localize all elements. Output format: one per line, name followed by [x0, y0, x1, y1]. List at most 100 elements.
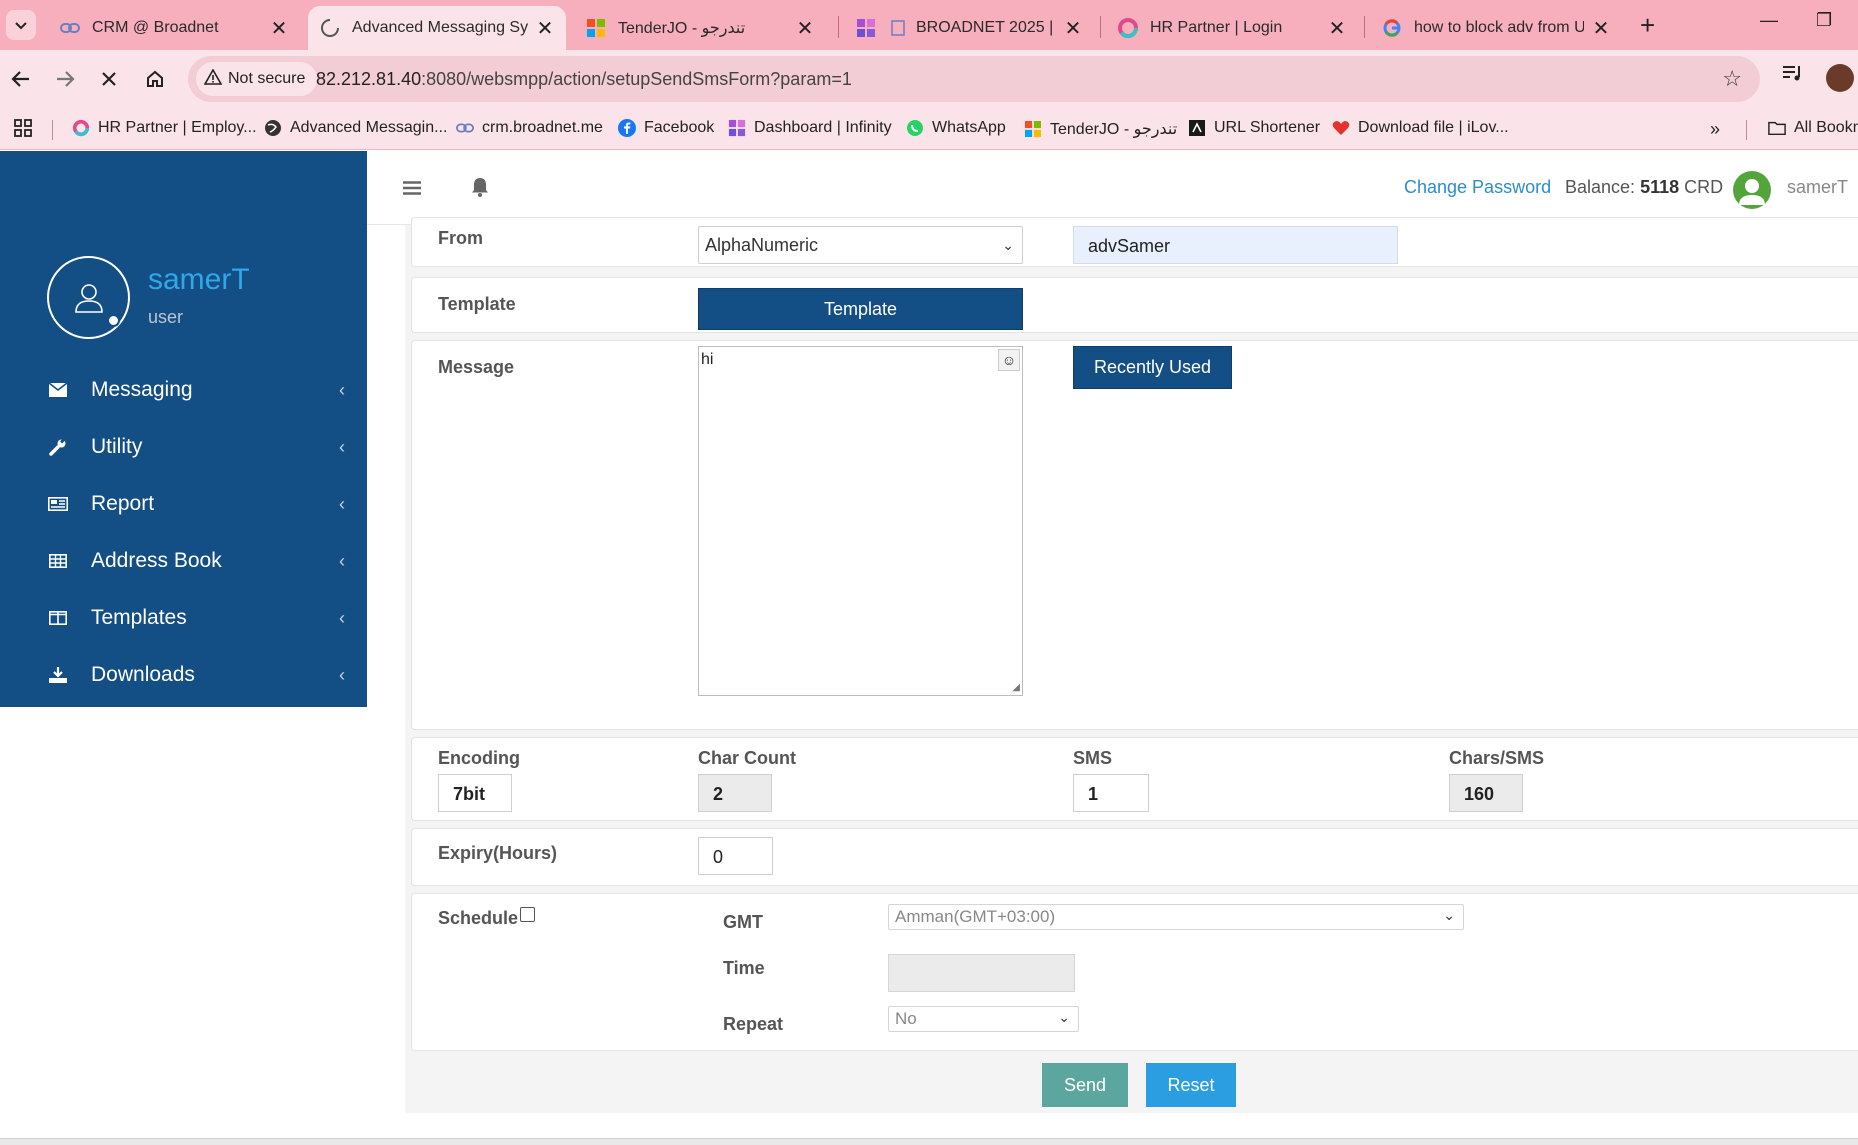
sidebar-item-address-book[interactable]: Address Book ‹ — [0, 537, 367, 585]
message-row: Message hi ☺ ◢ Recently Used — [411, 340, 1858, 730]
close-icon[interactable]: ✕ — [534, 16, 556, 41]
bookmark-crm[interactable]: crm.broadnet.me — [456, 119, 603, 137]
char-count-value: 2 — [713, 784, 724, 804]
bookmark-label: URL Shortener — [1214, 119, 1321, 136]
address-bar[interactable]: Not secure 82.212.81.40:8080/websmpp/act… — [188, 56, 1760, 102]
gmt-value: Amman(GMT+03:00) — [895, 907, 1056, 926]
sidebar-item-messaging[interactable]: Messaging ‹ — [0, 366, 367, 414]
media-controls-icon[interactable] — [1782, 64, 1804, 88]
recently-used-button[interactable]: Recently Used — [1073, 346, 1232, 389]
bookmark-whatsapp[interactable]: WhatsApp — [906, 119, 1006, 137]
minimize-icon[interactable]: — — [1760, 10, 1778, 31]
sender-id-value: advSamer — [1088, 236, 1171, 256]
schedule-checkbox[interactable] — [520, 907, 535, 922]
char-count-label: Char Count — [698, 748, 796, 768]
bookmark-label: WhatsApp — [932, 119, 1006, 136]
close-icon[interactable]: ✕ — [1590, 16, 1612, 41]
new-tab-plus-icon[interactable]: + — [1640, 10, 1655, 41]
bookmark-star-icon[interactable]: ☆ — [1722, 66, 1742, 92]
time-input[interactable] — [888, 954, 1075, 992]
sms-label: SMS — [1073, 748, 1113, 768]
encoding-row: Encoding 7bit Char Count 2 SMS 1 Chars/S… — [411, 737, 1858, 821]
globe-icon — [264, 119, 282, 137]
resize-handle-icon[interactable]: ◢ — [1012, 682, 1020, 693]
tab-search-button[interactable] — [6, 10, 36, 40]
sidebar-item-report[interactable]: Report ‹ — [0, 480, 367, 528]
home-icon[interactable] — [140, 64, 170, 94]
bookmark-all-bookmarks[interactable]: All Bookm — [1768, 119, 1858, 137]
sidebar-item-label: Address Book — [91, 549, 222, 572]
close-icon[interactable]: ✕ — [1062, 16, 1084, 41]
wrench-icon — [48, 438, 68, 456]
gmt-select[interactable]: Amman(GMT+03:00) ⌄ — [888, 904, 1464, 930]
url-host: 82.212.81.40 — [316, 69, 422, 89]
document-icon — [888, 18, 908, 38]
expiry-label: Expiry(Hours) — [438, 843, 558, 863]
tab-title: HR Partner | Login — [1150, 19, 1283, 36]
message-textarea[interactable]: hi ☺ ◢ — [698, 346, 1023, 696]
bookmark-advanced-messaging[interactable]: Advanced Messagin... — [264, 119, 447, 137]
schedule-label: Schedule — [438, 908, 519, 928]
tab-broadnet-2025[interactable]: BROADNET 2025 | Infin ✕ — [844, 6, 1094, 50]
sidebar-item-downloads[interactable]: Downloads ‹ — [0, 651, 367, 699]
not-secure-chip[interactable]: Not secure — [196, 62, 318, 96]
hamburger-menu-icon[interactable] — [403, 179, 421, 200]
sender-id-input[interactable]: advSamer — [1073, 226, 1398, 264]
repeat-select[interactable]: No ⌄ — [888, 1006, 1079, 1032]
change-password-link[interactable]: Change Password — [1404, 177, 1551, 198]
chevron-left-icon: ‹ — [339, 437, 345, 457]
reset-button[interactable]: Reset — [1146, 1063, 1236, 1107]
bookmark-facebook[interactable]: Facebook — [618, 119, 714, 137]
google-logo-icon — [1382, 18, 1402, 38]
online-status-dot — [107, 314, 120, 327]
profile-avatar[interactable] — [1826, 64, 1854, 92]
from-type-select[interactable]: AlphaNumeric ⌄ — [698, 226, 1023, 264]
tab-tenderjo[interactable]: TenderJO - تندرجو ✕ — [574, 6, 826, 50]
bookmark-url-shortener[interactable]: URL Shortener — [1188, 119, 1320, 137]
sidebar-item-label: Messaging — [91, 378, 193, 401]
bookmark-dashboard-infinity[interactable]: Dashboard | Infinity — [728, 119, 892, 137]
chars-per-sms-value: 160 — [1464, 784, 1495, 804]
close-icon[interactable]: ✕ — [268, 16, 290, 41]
hr-partner-logo-icon — [1118, 18, 1138, 38]
message-text: hi — [701, 351, 714, 368]
emoji-smiley-icon[interactable]: ☺ — [998, 349, 1020, 371]
balance-value: 5118 — [1640, 177, 1680, 197]
bookmark-ilovepdf[interactable]: Download file | iLov... — [1332, 119, 1509, 137]
bookmark-hr-partner[interactable]: HR Partner | Employ... — [72, 119, 257, 137]
tab-crm[interactable]: CRM @ Broadnet ✕ — [48, 6, 300, 50]
stop-loading-x-icon[interactable] — [94, 64, 124, 94]
bell-icon[interactable] — [471, 177, 489, 202]
back-arrow-icon[interactable] — [6, 64, 36, 94]
tab-hr-partner[interactable]: HR Partner | Login ✕ — [1106, 6, 1358, 50]
app-header: Change Password Balance: 5118 CRD samerT — [367, 151, 1858, 225]
apps-grid-icon[interactable] — [14, 119, 32, 137]
template-row: Template Template — [411, 277, 1858, 333]
restore-icon[interactable]: ❐ — [1816, 10, 1832, 31]
header-username[interactable]: samerT — [1787, 177, 1848, 198]
close-icon[interactable]: ✕ — [794, 16, 816, 41]
header-user-avatar[interactable] — [1733, 171, 1771, 209]
more-bookmarks-chevron-icon[interactable]: » — [1710, 119, 1720, 140]
tab-google-search[interactable]: how to block adv from Un ✕ — [1370, 6, 1622, 50]
facebook-logo-icon — [618, 119, 636, 137]
url-text[interactable]: 82.212.81.40:8080/websmpp/action/setupSe… — [316, 69, 852, 90]
envelope-icon — [48, 383, 68, 397]
windows-logo-icon — [586, 18, 606, 38]
balance-label: Balance: — [1565, 177, 1636, 197]
send-button[interactable]: Send — [1042, 1063, 1128, 1107]
forward-arrow-icon[interactable] — [50, 64, 80, 94]
time-label: Time — [723, 958, 765, 978]
tab-advanced-messaging[interactable]: Advanced Messaging Syste ✕ — [308, 6, 566, 50]
sidebar-item-label: Downloads — [91, 663, 195, 686]
expiry-input[interactable]: 0 — [698, 837, 773, 875]
bookmark-label: Download file | iLov... — [1358, 119, 1509, 136]
template-button[interactable]: Template — [698, 288, 1023, 330]
bookmark-tenderjo[interactable]: TenderJO - تندرجو — [1024, 119, 1177, 139]
bookmark-label: Facebook — [644, 119, 715, 136]
close-icon[interactable]: ✕ — [1326, 16, 1348, 41]
sidebar-item-utility[interactable]: Utility ‹ — [0, 423, 367, 471]
sidebar-item-templates[interactable]: Templates ‹ — [0, 594, 367, 642]
heart-icon — [1332, 119, 1350, 137]
expiry-row: Expiry(Hours) 0 — [411, 828, 1858, 886]
